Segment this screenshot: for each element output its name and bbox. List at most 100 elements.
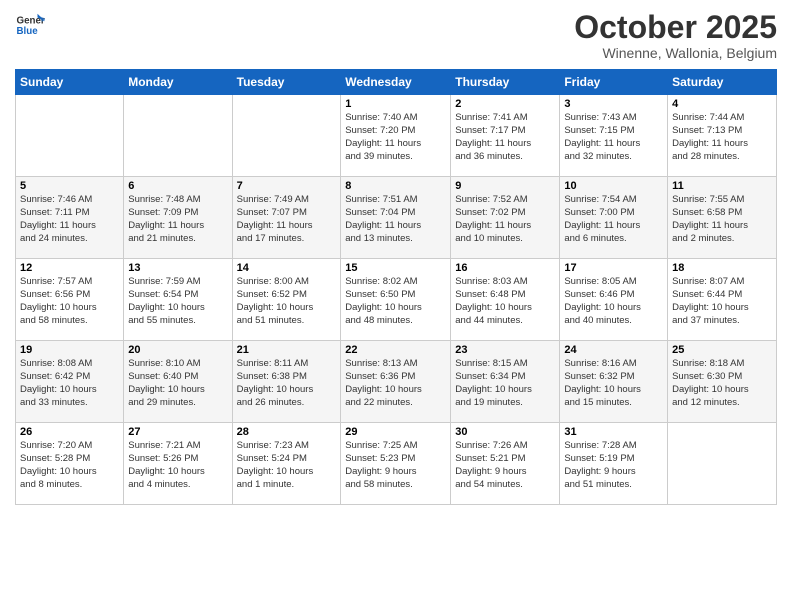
calendar-cell: 26 Sunrise: 7:20 AM Sunset: 5:28 PM Dayli… <box>16 423 124 505</box>
day-info: Sunrise: 7:49 AM Sunset: 7:07 PM Dayligh… <box>237 194 337 245</box>
day-info: Sunrise: 8:11 AM Sunset: 6:38 PM Dayligh… <box>237 358 337 409</box>
calendar-cell: 9 Sunrise: 7:52 AM Sunset: 7:02 PM Daylig… <box>451 177 560 259</box>
day-info: Sunrise: 7:40 AM Sunset: 7:20 PM Dayligh… <box>345 112 446 163</box>
day-number: 26 <box>20 426 119 438</box>
calendar-cell: 2Sunrise: 7:41 AM Sunset: 7:17 PM Daylig… <box>451 95 560 177</box>
day-info: Sunrise: 7:20 AM Sunset: 5:28 PM Dayligh… <box>20 440 119 491</box>
calendar-week-3: 12 Sunrise: 7:57 AM Sunset: 6:56 PM Dayli… <box>16 259 777 341</box>
day-number: 7 <box>237 180 337 192</box>
day-number: 12 <box>20 262 119 274</box>
calendar-cell: 23 Sunrise: 8:15 AM Sunset: 6:34 PM Dayli… <box>451 341 560 423</box>
calendar-week-1: 1 Sunrise: 7:40 AM Sunset: 7:20 PM Daylig… <box>16 95 777 177</box>
calendar-cell: 29 Sunrise: 7:25 AM Sunset: 5:23 PM Dayli… <box>341 423 451 505</box>
day-info: Sunrise: 7:52 AM Sunset: 7:02 PM Dayligh… <box>455 194 555 245</box>
day-info: Sunrise: 7:26 AM Sunset: 5:21 PM Dayligh… <box>455 440 555 491</box>
calendar-cell: 22 Sunrise: 8:13 AM Sunset: 6:36 PM Dayli… <box>341 341 451 423</box>
day-number: 13 <box>128 262 227 274</box>
day-info: Sunrise: 7:55 AM Sunset: 6:58 PM Dayligh… <box>672 194 772 245</box>
day-info: Sunrise: 7:54 AM Sunset: 7:00 PM Dayligh… <box>564 194 663 245</box>
calendar-body: 1 Sunrise: 7:40 AM Sunset: 7:20 PM Daylig… <box>16 95 777 505</box>
day-info: Sunrise: 7:41 AM Sunset: 7:17 PM Dayligh… <box>455 112 555 163</box>
calendar-cell: 27Sunrise: 7:21 AM Sunset: 5:26 PM Dayli… <box>124 423 232 505</box>
day-number: 15 <box>345 262 446 274</box>
logo: General Blue <box>15 10 45 40</box>
calendar-cell: 8Sunrise: 7:51 AM Sunset: 7:04 PM Daylig… <box>341 177 451 259</box>
day-number: 28 <box>237 426 337 438</box>
col-saturday: Saturday <box>668 70 777 95</box>
day-info: Sunrise: 7:28 AM Sunset: 5:19 PM Dayligh… <box>564 440 663 491</box>
calendar-week-4: 19Sunrise: 8:08 AM Sunset: 6:42 PM Dayli… <box>16 341 777 423</box>
day-number: 18 <box>672 262 772 274</box>
calendar-cell: 4Sunrise: 7:44 AM Sunset: 7:13 PM Daylig… <box>668 95 777 177</box>
col-monday: Monday <box>124 70 232 95</box>
calendar-week-2: 5Sunrise: 7:46 AM Sunset: 7:11 PM Daylig… <box>16 177 777 259</box>
day-info: Sunrise: 8:16 AM Sunset: 6:32 PM Dayligh… <box>564 358 663 409</box>
calendar-cell: 17 Sunrise: 8:05 AM Sunset: 6:46 PM Dayli… <box>560 259 668 341</box>
day-number: 21 <box>237 344 337 356</box>
calendar-cell <box>232 95 341 177</box>
calendar-cell <box>668 423 777 505</box>
day-info: Sunrise: 8:18 AM Sunset: 6:30 PM Dayligh… <box>672 358 772 409</box>
calendar-cell: 3Sunrise: 7:43 AM Sunset: 7:15 PM Daylig… <box>560 95 668 177</box>
day-info: Sunrise: 7:43 AM Sunset: 7:15 PM Dayligh… <box>564 112 663 163</box>
day-info: Sunrise: 7:46 AM Sunset: 7:11 PM Dayligh… <box>20 194 119 245</box>
day-number: 11 <box>672 180 772 192</box>
day-number: 17 <box>564 262 663 274</box>
calendar-cell: 1 Sunrise: 7:40 AM Sunset: 7:20 PM Daylig… <box>341 95 451 177</box>
day-number: 16 <box>455 262 555 274</box>
calendar-cell <box>124 95 232 177</box>
header-row: Sunday Monday Tuesday Wednesday Thursday… <box>16 70 777 95</box>
calendar-cell: 24 Sunrise: 8:16 AM Sunset: 6:32 PM Dayli… <box>560 341 668 423</box>
day-number: 23 <box>455 344 555 356</box>
day-info: Sunrise: 8:02 AM Sunset: 6:50 PM Dayligh… <box>345 276 446 327</box>
calendar-cell: 25 Sunrise: 8:18 AM Sunset: 6:30 PM Dayli… <box>668 341 777 423</box>
day-info: Sunrise: 8:03 AM Sunset: 6:48 PM Dayligh… <box>455 276 555 327</box>
day-info: Sunrise: 8:13 AM Sunset: 6:36 PM Dayligh… <box>345 358 446 409</box>
day-number: 22 <box>345 344 446 356</box>
day-number: 31 <box>564 426 663 438</box>
day-number: 10 <box>564 180 663 192</box>
day-info: Sunrise: 8:07 AM Sunset: 6:44 PM Dayligh… <box>672 276 772 327</box>
calendar-cell: 5Sunrise: 7:46 AM Sunset: 7:11 PM Daylig… <box>16 177 124 259</box>
day-number: 4 <box>672 98 772 110</box>
header: General Blue October 2025 Winenne, Wallo… <box>15 10 777 61</box>
calendar-cell: 7 Sunrise: 7:49 AM Sunset: 7:07 PM Daylig… <box>232 177 341 259</box>
col-tuesday: Tuesday <box>232 70 341 95</box>
day-number: 24 <box>564 344 663 356</box>
day-number: 25 <box>672 344 772 356</box>
day-number: 14 <box>237 262 337 274</box>
day-info: Sunrise: 7:21 AM Sunset: 5:26 PM Dayligh… <box>128 440 227 491</box>
calendar-table: Sunday Monday Tuesday Wednesday Thursday… <box>15 69 777 505</box>
day-info: Sunrise: 7:25 AM Sunset: 5:23 PM Dayligh… <box>345 440 446 491</box>
col-wednesday: Wednesday <box>341 70 451 95</box>
month-title: October 2025 <box>574 10 777 45</box>
day-info: Sunrise: 8:10 AM Sunset: 6:40 PM Dayligh… <box>128 358 227 409</box>
calendar-cell: 14 Sunrise: 8:00 AM Sunset: 6:52 PM Dayli… <box>232 259 341 341</box>
calendar-cell: 30Sunrise: 7:26 AM Sunset: 5:21 PM Dayli… <box>451 423 560 505</box>
day-number: 9 <box>455 180 555 192</box>
day-number: 1 <box>345 98 446 110</box>
col-thursday: Thursday <box>451 70 560 95</box>
calendar-cell: 20Sunrise: 8:10 AM Sunset: 6:40 PM Dayli… <box>124 341 232 423</box>
col-friday: Friday <box>560 70 668 95</box>
day-info: Sunrise: 8:00 AM Sunset: 6:52 PM Dayligh… <box>237 276 337 327</box>
calendar-cell: 15 Sunrise: 8:02 AM Sunset: 6:50 PM Dayli… <box>341 259 451 341</box>
calendar-cell: 28Sunrise: 7:23 AM Sunset: 5:24 PM Dayli… <box>232 423 341 505</box>
col-sunday: Sunday <box>16 70 124 95</box>
calendar-cell: 11 Sunrise: 7:55 AM Sunset: 6:58 PM Dayli… <box>668 177 777 259</box>
day-number: 29 <box>345 426 446 438</box>
calendar-cell: 19Sunrise: 8:08 AM Sunset: 6:42 PM Dayli… <box>16 341 124 423</box>
calendar-cell: 18 Sunrise: 8:07 AM Sunset: 6:44 PM Dayli… <box>668 259 777 341</box>
day-info: Sunrise: 8:05 AM Sunset: 6:46 PM Dayligh… <box>564 276 663 327</box>
calendar-cell: 31 Sunrise: 7:28 AM Sunset: 5:19 PM Dayli… <box>560 423 668 505</box>
calendar-cell: 6Sunrise: 7:48 AM Sunset: 7:09 PM Daylig… <box>124 177 232 259</box>
day-info: Sunrise: 8:08 AM Sunset: 6:42 PM Dayligh… <box>20 358 119 409</box>
calendar-container: General Blue October 2025 Winenne, Wallo… <box>0 0 792 515</box>
day-info: Sunrise: 7:59 AM Sunset: 6:54 PM Dayligh… <box>128 276 227 327</box>
calendar-cell: 12 Sunrise: 7:57 AM Sunset: 6:56 PM Dayli… <box>16 259 124 341</box>
day-number: 8 <box>345 180 446 192</box>
day-info: Sunrise: 7:48 AM Sunset: 7:09 PM Dayligh… <box>128 194 227 245</box>
day-info: Sunrise: 7:57 AM Sunset: 6:56 PM Dayligh… <box>20 276 119 327</box>
day-info: Sunrise: 8:15 AM Sunset: 6:34 PM Dayligh… <box>455 358 555 409</box>
calendar-cell: 13 Sunrise: 7:59 AM Sunset: 6:54 PM Dayli… <box>124 259 232 341</box>
